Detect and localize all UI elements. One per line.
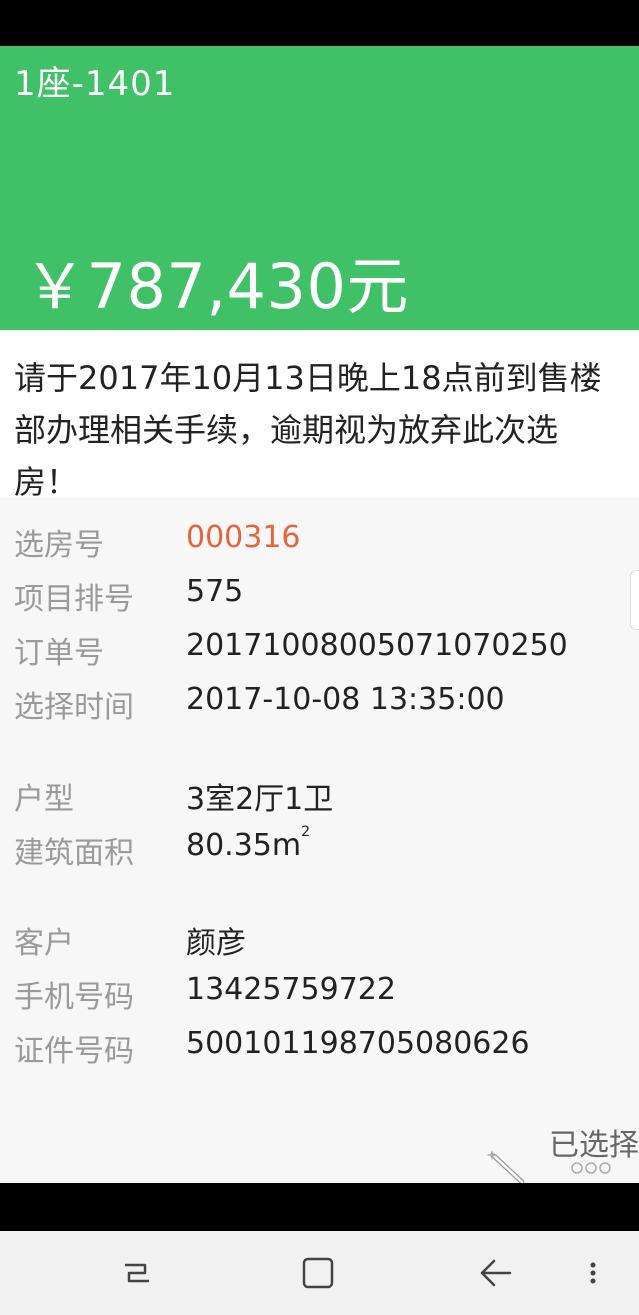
- more-dots-icon[interactable]: [570, 1160, 612, 1174]
- detail-label: 项目排号: [14, 582, 134, 617]
- content: 请于2017年10月13日晚上18点前到售楼部办理相关手续，逾期视为放弃此次选房…: [0, 330, 639, 1186]
- selection-time-value: 2017-10-08 13:35:00: [186, 682, 505, 717]
- selection-number-value: 000316: [186, 520, 301, 555]
- magic-wand-icon[interactable]: [486, 1150, 528, 1186]
- detail-label: 建筑面积: [14, 836, 134, 871]
- detail-row-project-rank: 项目排号 575: [0, 574, 639, 624]
- price: ￥787,430元: [24, 250, 409, 323]
- notice-text: 请于2017年10月13日晚上18点前到售楼部办理相关手续，逾期视为放弃此次选房…: [0, 330, 639, 501]
- chosen-button[interactable]: 已选择: [549, 1120, 639, 1160]
- detail-row-layout: 户型 3室2厅1卫: [0, 774, 639, 824]
- floor-area-value: 80.35m2: [186, 824, 310, 863]
- header-banner: 1座-1401 ￥787,430元: [0, 46, 639, 330]
- detail-label: 户型: [14, 782, 74, 817]
- detail-label: 订单号: [14, 636, 104, 671]
- back-icon[interactable]: [474, 1251, 518, 1295]
- detail-row-selection-number: 选房号 000316: [0, 520, 639, 570]
- detail-row-selection-time: 选择时间 2017-10-08 13:35:00: [0, 682, 639, 732]
- detail-row-phone: 手机号码 13425759722: [0, 972, 639, 1022]
- customer-value: 颜彦: [186, 926, 246, 961]
- detail-row-floor-area: 建筑面积 80.35m2: [0, 824, 639, 878]
- detail-label: 客户: [14, 926, 74, 961]
- status-bar: [0, 0, 639, 46]
- recent-apps-icon[interactable]: [115, 1251, 159, 1295]
- navigation-bar: [0, 1231, 639, 1315]
- home-icon[interactable]: [296, 1251, 340, 1295]
- detail-label: 证件号码: [14, 1034, 134, 1069]
- detail-row-id-number: 证件号码 500101198705080626: [0, 1026, 639, 1076]
- area-unit-superscript: 2: [301, 824, 311, 840]
- order-number-value: 20171008005071070250: [186, 628, 568, 663]
- floor-area-number: 80.35m: [186, 828, 302, 863]
- detail-label: 手机号码: [14, 980, 134, 1015]
- black-gap: [0, 1183, 639, 1231]
- project-rank-value: 575: [186, 574, 244, 609]
- vertical-dots-icon[interactable]: [578, 1251, 608, 1295]
- detail-row-order-number: 订单号 20171008005071070250: [0, 628, 639, 678]
- room-id: 1座-1401: [14, 64, 176, 104]
- phone-value: 13425759722: [186, 972, 396, 1007]
- layout-value: 3室2厅1卫: [186, 782, 334, 817]
- detail-label: 选择时间: [14, 690, 134, 725]
- detail-label: 选房号: [14, 528, 104, 563]
- details-panel: 选房号 000316 项目排号 575 订单号 2017100800507107…: [0, 498, 639, 1183]
- edge-panel-handle[interactable]: [630, 570, 639, 630]
- detail-row-customer: 客户 颜彦: [0, 918, 639, 968]
- id-number-value: 500101198705080626: [186, 1026, 530, 1061]
